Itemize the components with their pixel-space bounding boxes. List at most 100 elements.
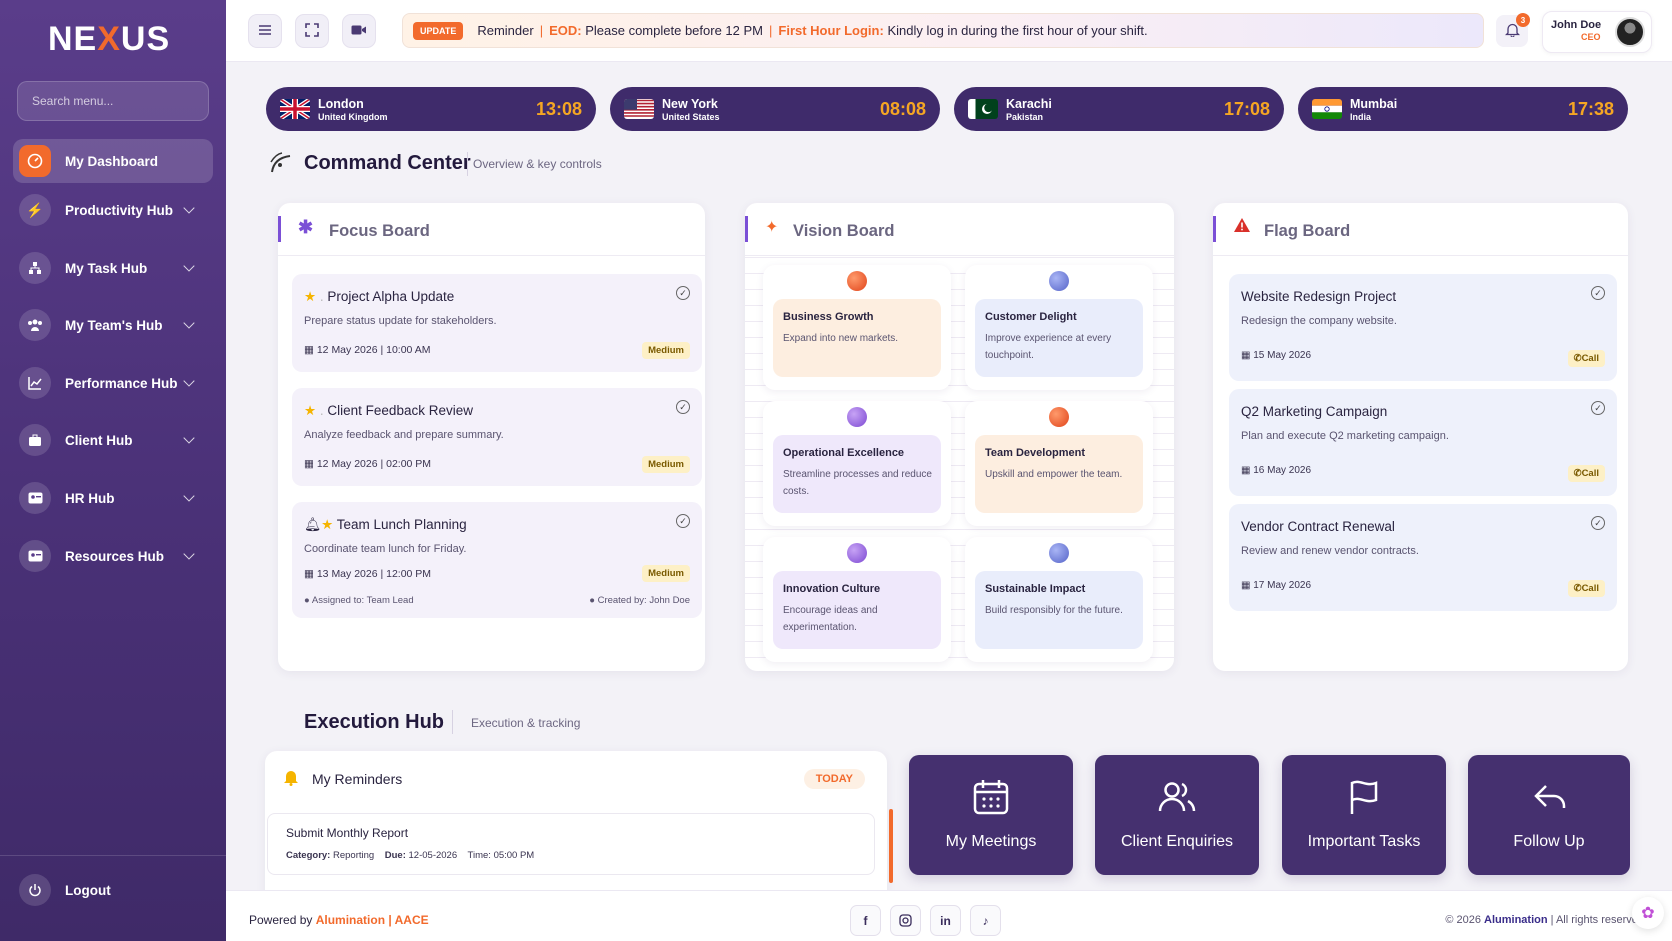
vision-tile-operational-excellence[interactable]: Operational Excellence Streamline process… — [763, 401, 951, 526]
nexus-logo[interactable]: NEXUS — [48, 20, 170, 59]
user-profile-menu[interactable]: John Doe CEO — [1542, 11, 1652, 53]
line-chart-icon — [19, 367, 51, 399]
sidebar-item-performance-hub[interactable]: Performance Hub — [13, 361, 213, 405]
flag-card-title: Vendor Contract Renewal — [1241, 519, 1395, 534]
satellite-dish-icon — [270, 152, 291, 173]
category-label: Category: — [286, 850, 331, 861]
check-circle-icon[interactable]: ✓ — [676, 286, 690, 300]
flag-card-date: ▦ 17 May 2026 — [1241, 580, 1311, 591]
focus-card-date: ▦ 12 May 2026 | 10:00 AM — [304, 344, 430, 356]
sidebar-item-resources-hub[interactable]: Resources Hub — [13, 534, 213, 578]
execution-hub-title: Execution Hub — [304, 711, 445, 733]
us-flag-icon — [624, 99, 654, 119]
phone-icon: ✆ — [1573, 583, 1582, 594]
sidebar-item-productivity-hub[interactable]: ⚡ Productivity Hub — [13, 188, 213, 232]
fullscreen-button[interactable] — [295, 14, 329, 48]
pin-ball — [1049, 407, 1069, 427]
chevron-down-icon — [183, 375, 195, 387]
calendar-icon: ▦ — [304, 458, 314, 470]
reminder-item[interactable]: Submit Monthly Report Category: Reportin… — [267, 813, 875, 875]
vision-desc: Build responsibly for the future. — [985, 605, 1123, 616]
call-button[interactable]: ✆Call — [1567, 580, 1605, 597]
check-circle-icon[interactable]: ✓ — [1591, 286, 1605, 300]
sidebar-search-input[interactable]: Search menu... — [17, 81, 209, 121]
sidebar-item-client-hub[interactable]: Client Hub — [13, 418, 213, 462]
calendar-icon: ▦ — [1241, 350, 1251, 361]
flag-card[interactable]: Vendor Contract Renewal ✓ Review and ren… — [1229, 504, 1617, 611]
priority-badge: Medium — [642, 342, 690, 359]
call-button[interactable]: ✆Call — [1567, 465, 1605, 482]
star-icon: ★ — [304, 289, 317, 304]
vision-tile-body: Business Growth Expand into new markets. — [773, 299, 941, 377]
focus-card-desc: Analyze feedback and prepare summary. — [304, 429, 504, 441]
logo-x: X — [97, 20, 121, 58]
asterisk-icon: ✱ — [298, 217, 314, 237]
notifications-button[interactable]: 3 — [1496, 13, 1530, 47]
clock-country: United Kingdom — [318, 111, 388, 122]
lightning-icon: ⚡ — [19, 194, 51, 226]
star-icon: ★ — [304, 403, 317, 418]
team-icon — [19, 309, 51, 341]
vision-tile-business-growth[interactable]: Business Growth Expand into new markets. — [763, 265, 951, 390]
vision-desc: Expand into new markets. — [783, 333, 899, 344]
focus-card[interactable]: ★ . Client Feedback Review ✓ Analyze fee… — [292, 388, 702, 486]
linkedin-icon[interactable]: in — [930, 905, 961, 936]
focus-card[interactable]: ★ . Project Alpha Update ✓ Prepare statu… — [292, 274, 702, 372]
focus-card-title-text: Project Alpha Update — [327, 289, 455, 304]
sidebar-item-hr-hub[interactable]: HR Hub — [13, 476, 213, 520]
check-circle-icon[interactable]: ✓ — [676, 514, 690, 528]
call-button[interactable]: ✆Call — [1567, 350, 1605, 367]
call-label: Call — [1581, 468, 1599, 479]
check-circle-icon[interactable]: ✓ — [1591, 401, 1605, 415]
calendar-icon: ▦ — [1241, 465, 1251, 476]
vision-title: Sustainable Impact — [985, 583, 1086, 595]
check-circle-icon[interactable]: ✓ — [676, 400, 690, 414]
vision-tile-sustainable-impact[interactable]: Sustainable Impact Build responsibly for … — [965, 537, 1153, 662]
flag-icon — [1350, 780, 1378, 814]
logo-part: NE — [48, 20, 98, 58]
facebook-icon[interactable]: f — [850, 905, 881, 936]
flag-card-date-text: 17 May 2026 — [1253, 580, 1312, 591]
notification-count-badge: 3 — [1516, 13, 1530, 27]
tiktok-icon[interactable]: ♪ — [970, 905, 1001, 936]
focus-card[interactable]: 🔔︎★ Team Lunch Planning ✓ Coordinate tea… — [292, 502, 702, 618]
ai-assistant-brain-icon[interactable]: ✿ — [1632, 897, 1664, 929]
sidebar-item-my-task-hub[interactable]: My Task Hub — [13, 246, 213, 290]
ticker-reminder: Reminder — [477, 23, 534, 38]
flag-card[interactable]: Q2 Marketing Campaign ✓ Plan and execute… — [1229, 389, 1617, 496]
vision-tile-team-development[interactable]: Team Development Upskill and empower the … — [965, 401, 1153, 526]
sidebar-item-my-dashboard[interactable]: My Dashboard — [13, 139, 213, 183]
important-tasks-tile[interactable]: Important Tasks — [1282, 755, 1446, 875]
today-badge[interactable]: TODAY — [803, 769, 865, 789]
menu-toggle-button[interactable] — [248, 14, 282, 48]
chevron-down-icon — [183, 260, 195, 272]
call-label: Call — [1581, 353, 1599, 364]
chevron-down-icon — [183, 202, 195, 214]
world-clock-mumbai: Mumbai India 17:38 — [1298, 87, 1628, 131]
dashboard-gauge-icon — [19, 145, 51, 177]
bell-icon — [283, 768, 299, 789]
logout-button[interactable]: Logout — [13, 868, 213, 912]
vision-board: ✦ Vision Board Business Growth Expand int… — [745, 203, 1174, 671]
sidebar-item-label: Productivity Hub — [65, 202, 174, 218]
pin-ball — [847, 407, 867, 427]
follow-up-tile[interactable]: Follow Up — [1468, 755, 1630, 875]
client-enquiries-tile[interactable]: Client Enquiries — [1095, 755, 1259, 875]
section-divider — [467, 152, 468, 176]
instagram-icon[interactable] — [890, 905, 921, 936]
flag-card[interactable]: Website Redesign Project ✓ Redesign the … — [1229, 274, 1617, 381]
my-meetings-tile[interactable]: My Meetings — [909, 755, 1073, 875]
reminders-scrollbar[interactable] — [889, 809, 893, 883]
vision-title: Customer Delight — [985, 311, 1077, 323]
clock-city: Mumbai — [1350, 96, 1398, 111]
time-value: 05:00 PM — [493, 850, 535, 861]
video-call-button[interactable] — [342, 14, 376, 48]
id-card-icon — [19, 482, 51, 514]
vision-tile-innovation-culture[interactable]: Innovation Culture Encourage ideas and ex… — [763, 537, 951, 662]
powered-by-brand[interactable]: Alumination | AACE — [316, 913, 429, 927]
vision-title: Team Development — [985, 447, 1086, 459]
check-circle-icon[interactable]: ✓ — [1591, 516, 1605, 530]
sidebar-item-my-teams-hub[interactable]: My Team's Hub — [13, 303, 213, 347]
vision-tile-customer-delight[interactable]: Customer Delight Improve experience at ev… — [965, 265, 1153, 390]
world-clock-new-york: New York United States 08:08 — [610, 87, 940, 131]
